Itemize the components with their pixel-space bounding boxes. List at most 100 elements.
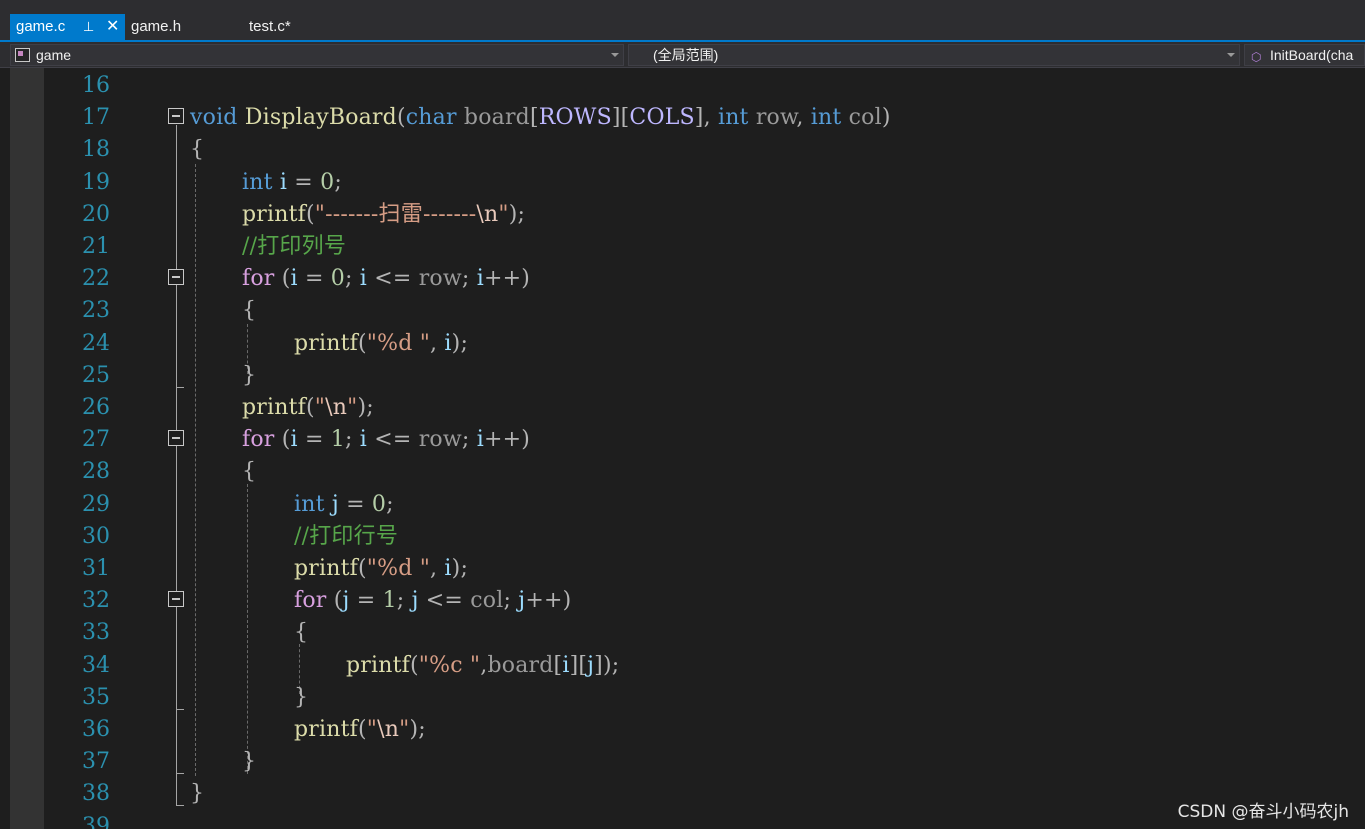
code-token: ": [347, 395, 358, 420]
tab-strip: game.c ⊥ ✕ game.h test.c*: [0, 0, 1365, 42]
code-token: ": [498, 201, 509, 227]
code-token: ],: [694, 105, 718, 131]
code-text: {: [190, 134, 204, 166]
code-token: ;: [386, 491, 394, 517]
navigation-bar: game (全局范围) ⬡ InitBoard(cha: [0, 42, 1365, 68]
code-token: (: [358, 330, 367, 356]
code-line[interactable]: 24 printf("%d ", i);: [0, 328, 1365, 360]
tab-game-c[interactable]: game.c ⊥ ✕: [10, 14, 125, 40]
scope-dropdown[interactable]: (全局范围): [628, 44, 1240, 66]
chevron-down-icon: [611, 53, 619, 57]
code-text: }: [294, 682, 308, 714]
line-number: 16: [82, 73, 110, 98]
code-line[interactable]: 17 void DisplayBoard(char board[ROWS][COL…: [0, 102, 1365, 134]
code-token: ++): [483, 427, 531, 453]
code-line[interactable]: 22 for (i = 0; i <= row; i++): [0, 263, 1365, 295]
code-token: printf: [242, 395, 306, 420]
code-line[interactable]: 31 printf("%d ", i);: [0, 553, 1365, 585]
project-dropdown[interactable]: game: [10, 44, 624, 66]
code-text: for (i = 0; i <= row; i++): [242, 263, 530, 295]
code-line[interactable]: 34 printf("%c ",board[i][j]);: [0, 650, 1365, 682]
close-icon[interactable]: ✕: [106, 14, 119, 40]
code-line[interactable]: 25}: [0, 360, 1365, 392]
code-line[interactable]: 19 int i = 0;: [0, 167, 1365, 199]
line-number: 21: [82, 234, 110, 259]
code-line[interactable]: 26 printf("\n");: [0, 392, 1365, 424]
code-line[interactable]: 29 int j = 0;: [0, 489, 1365, 521]
code-text: printf("\n");: [242, 392, 374, 424]
code-text: printf("%c ",board[i][j]);: [346, 650, 619, 682]
code-token: );: [508, 201, 526, 227]
code-token: \n: [476, 201, 499, 227]
line-number: 22: [82, 266, 110, 292]
code-token: {: [242, 298, 257, 324]
code-line[interactable]: 16: [0, 70, 1365, 102]
code-token: col: [848, 105, 882, 131]
code-line[interactable]: 35}: [0, 682, 1365, 714]
code-line[interactable]: 39: [0, 811, 1365, 829]
line-number: 27: [82, 427, 110, 453]
code-line[interactable]: 32 for (j = 1; j <= col; j++): [0, 585, 1365, 617]
code-line[interactable]: 28 {: [0, 456, 1365, 488]
code-token: COLS: [629, 105, 695, 131]
line-number: 24: [82, 330, 110, 356]
code-text: //打印行号: [294, 521, 398, 553]
code-token: 0: [371, 491, 387, 517]
code-token: i: [290, 266, 298, 292]
code-text: for (i = 1; i <= row; i++): [242, 424, 530, 456]
code-token: ;: [396, 588, 412, 614]
code-token: i: [290, 427, 298, 453]
line-number: 31: [82, 556, 110, 581]
code-line[interactable]: 27 for (i = 1; i <= row; i++): [0, 424, 1365, 456]
code-line[interactable]: 30 //打印行号: [0, 521, 1365, 553]
code-token: );: [409, 717, 426, 742]
code-line[interactable]: 23 {: [0, 295, 1365, 327]
line-number: 20: [82, 201, 110, 227]
line-number: 26: [82, 395, 110, 420]
tab-label: game.h: [131, 18, 182, 35]
line-number: 34: [82, 652, 110, 678]
code-token: {: [190, 137, 205, 163]
code-token: ,: [430, 330, 445, 356]
line-number: 17: [82, 105, 110, 131]
tab-game-h[interactable]: game.h: [125, 14, 235, 40]
line-number: 18: [82, 137, 110, 163]
code-text: printf("\n");: [294, 714, 426, 746]
code-token: ROWS: [538, 105, 612, 131]
line-number: 38: [82, 781, 110, 807]
code-token: i: [359, 427, 368, 453]
line-number: 28: [82, 459, 110, 485]
code-line[interactable]: 37}: [0, 746, 1365, 778]
code-line[interactable]: 38}: [0, 778, 1365, 810]
code-token: printf: [346, 652, 410, 678]
code-token: ++): [525, 588, 572, 614]
code-token: "%c ": [418, 652, 481, 678]
line-number: 32: [82, 588, 110, 614]
code-token: //打印列号: [242, 234, 347, 259]
code-token: int: [294, 491, 325, 517]
code-text: printf("%d ", i);: [294, 553, 468, 585]
member-dropdown[interactable]: ⬡ InitBoard(cha: [1244, 44, 1365, 66]
code-token: ": [314, 395, 326, 420]
code-line[interactable]: 33 {: [0, 617, 1365, 649]
member-label: InitBoard(cha: [1270, 47, 1354, 63]
code-token: i: [444, 330, 452, 356]
tab-label: game.c: [16, 18, 66, 35]
code-token: for: [242, 266, 275, 292]
code-line[interactable]: 18 {: [0, 134, 1365, 166]
code-token: <=: [367, 266, 419, 292]
tab-test-c[interactable]: test.c*: [243, 14, 343, 40]
code-token: ;: [461, 427, 477, 453]
code-editor[interactable]: 16 17 void DisplayBoard(char board[ROWS][C…: [0, 68, 1365, 829]
code-token: );: [451, 556, 469, 581]
code-token: {: [294, 620, 309, 646]
code-token: =: [349, 588, 383, 614]
pin-icon[interactable]: ⊥: [83, 14, 94, 40]
code-line[interactable]: 21 //打印列号: [0, 231, 1365, 263]
code-token: ": [399, 717, 410, 742]
code-token: (: [358, 556, 367, 581]
code-token: 0: [320, 169, 335, 195]
code-line[interactable]: 36 printf("\n");: [0, 714, 1365, 746]
code-token: printf: [294, 330, 358, 356]
code-line[interactable]: 20 printf("-------扫雷-------\n");: [0, 199, 1365, 231]
